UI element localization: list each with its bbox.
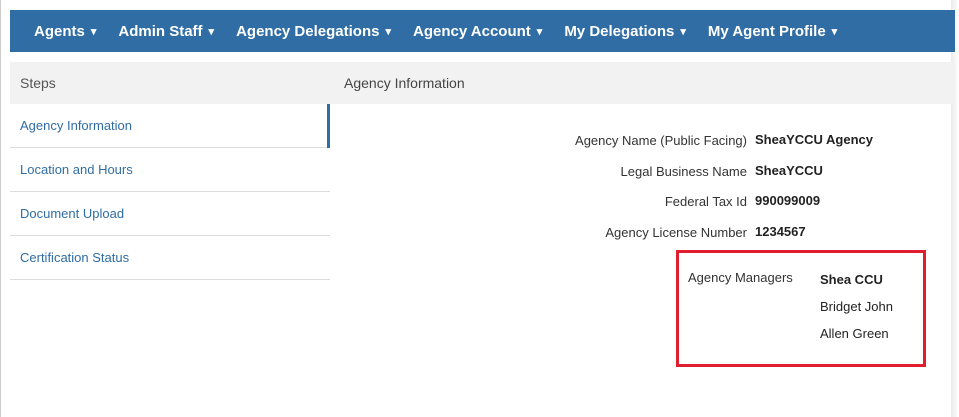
caret-down-icon: ▾: [90, 25, 97, 38]
manager-name: Bridget John: [820, 299, 893, 314]
managers-label: Agency Managers: [688, 270, 793, 285]
field-legal-name: Legal Business Name: [330, 161, 747, 181]
nav-my-agent-profile[interactable]: My Agent Profile ▾: [708, 23, 837, 40]
tax-id-label: Federal Tax Id: [664, 193, 747, 209]
nav-my-delegations[interactable]: My Delegations ▾: [564, 23, 686, 40]
field-tax-id: Federal Tax Id: [330, 191, 747, 211]
steps-header: Steps: [10, 62, 330, 104]
step-label: Document Upload: [20, 206, 125, 221]
nav-label: Admin Staff: [118, 22, 203, 40]
caret-down-icon: ▾: [831, 25, 838, 38]
nav-agents[interactable]: Agents ▾: [34, 23, 96, 40]
agency-name-label: Agency Name (Public Facing): [575, 132, 747, 148]
step-agency-information[interactable]: Agency Information: [10, 104, 330, 148]
caret-down-icon: ▾: [680, 25, 686, 38]
step-document-upload[interactable]: Document Upload: [10, 192, 330, 236]
legal-name-value: SheaYCCU: [755, 163, 823, 178]
license-value: 1234567: [755, 224, 806, 239]
main-header: Agency Information: [330, 62, 955, 104]
caret-down-icon: ▾: [385, 25, 391, 38]
field-agency-name: Agency Name (Public Facing): [330, 130, 747, 150]
step-certification-status[interactable]: Certification Status: [10, 236, 330, 280]
agency-name-value: SheaYCCU Agency: [755, 132, 873, 147]
nav-label: My Delegations: [564, 22, 675, 40]
nav-label: Agency Account: [412, 22, 531, 40]
top-nav: Agents ▾ Admin Staff ▾ Agency Delegation…: [10, 10, 955, 52]
manager-name: Shea CCU: [820, 272, 883, 287]
nav-label: Agency Delegations: [236, 22, 380, 40]
nav-label: My Agent Profile: [707, 22, 826, 40]
step-label: Agency Information: [20, 118, 133, 133]
nav-label: Agents: [34, 22, 85, 40]
step-label: Location and Hours: [20, 162, 133, 177]
step-label: Certification Status: [20, 250, 130, 265]
caret-down-icon: ▾: [536, 25, 543, 38]
step-location-and-hours[interactable]: Location and Hours: [10, 148, 330, 192]
caret-down-icon: ▾: [208, 25, 215, 38]
tax-id-value: 990099009: [755, 193, 821, 208]
license-label: Agency License Number: [605, 224, 747, 240]
nav-agency-delegations[interactable]: Agency Delegations ▾: [236, 23, 391, 40]
legal-name-label: Legal Business Name: [620, 163, 747, 179]
nav-agency-account[interactable]: Agency Account ▾: [413, 23, 542, 40]
manager-name: Allen Green: [820, 326, 889, 341]
field-license: Agency License Number: [330, 222, 747, 242]
steps-list: Agency Information Location and Hours Do…: [10, 104, 330, 280]
nav-admin-staff[interactable]: Admin Staff ▾: [118, 23, 214, 40]
